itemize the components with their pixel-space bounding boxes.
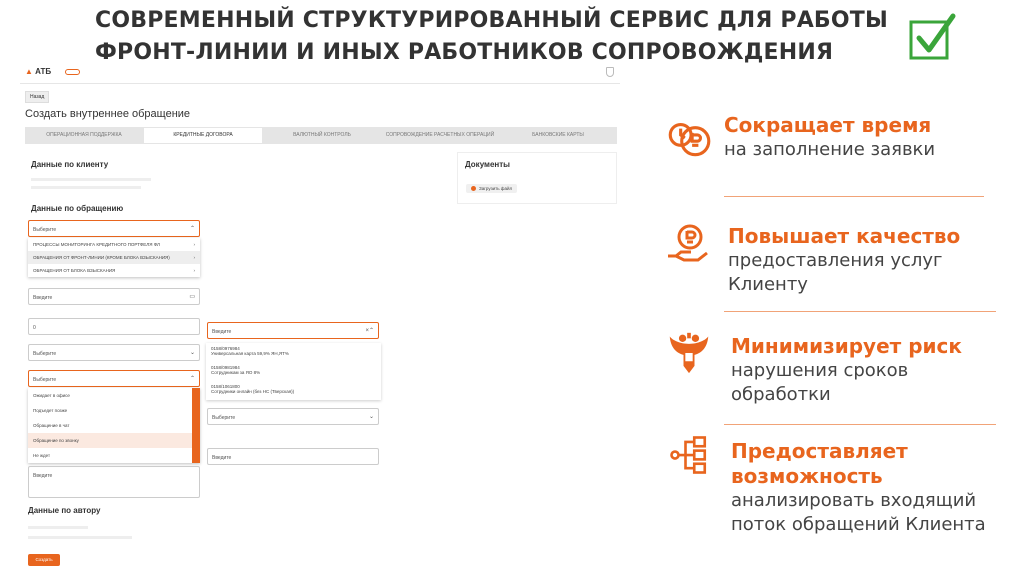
benefit-subtitle: анализировать входящий [731,490,977,511]
slide-title-line1: СОВРЕМЕННЫЙ СТРУКТУРИРОВАННЫЙ СЕРВИС ДЛЯ… [95,8,888,33]
author-info-line [28,536,132,539]
status-option[interactable]: Подъедет позже [28,403,200,418]
benefit-subtitle: Клиенту [728,274,808,295]
client-status-dropdown: Ожидает в офисе Подъедет позже Обращение… [28,388,200,463]
benefit-title: Повышает качество [728,224,961,248]
contract-select[interactable]: Введите ×⌃ [207,322,379,339]
upload-icon [471,186,476,192]
slide: СОВРЕМЕННЫЙ СТРУКТУРИРОВАННЫЙ СЕРВИС ДЛЯ… [0,0,1024,576]
chevron-down-icon: ⌄ [189,350,195,356]
upload-file-button[interactable]: Загрузить файл [466,184,518,194]
documents-header: Документы [465,160,510,169]
benefit-title-line2: возможность [731,464,883,488]
client-header: Данные по клиенту [31,160,109,169]
amount-field[interactable]: 0 [28,318,200,335]
tab-cards[interactable]: БАНКОВСКИЕ КАРТЫ [499,127,617,144]
status-option[interactable]: Обращение в чат [28,418,200,433]
request-header: Данные по обращению [31,204,124,213]
hand-ruble-icon [668,224,708,262]
benefit-subtitle: предоставления услуг [728,250,943,271]
contract-option[interactable]: 0158/0981984 Сотрудникам за ЯО 8% [206,362,381,381]
author-header: Данные по автору [28,506,101,515]
benefit-4: Предоставляет возможность анализировать … [731,439,986,537]
date-field[interactable]: Введите ▭ [28,288,200,305]
benefit-2: Повышает качество предоставления услуг К… [728,224,960,297]
shield-icon[interactable] [606,67,614,77]
back-button[interactable]: Назад [25,91,50,103]
request-option[interactable]: ОБРАЩЕНИЯ ОТ ФРОНТ-ЛИНИИ (КРОМЕ БЛОКА ВЗ… [28,251,200,264]
benefit-subtitle: на заполнение заявки [724,139,936,160]
checkmark-icon [909,13,956,60]
request-option[interactable]: ПРОЦЕССЫ МОНИТОРИНГА КРЕДИТНОГО ПОРТФЕЛЯ… [28,238,200,251]
contract-dropdown: 0158/0976984 Универсальная карта 59,9% ЯН… [206,343,381,400]
tab-credit[interactable]: КРЕДИТНЫЕ ДОГОВОРА [144,128,262,143]
status-option[interactable]: Не ждет [28,448,200,463]
tab-settlements[interactable]: СОПРОВОЖДЕНИЕ РАСЧЕТНЫХ ОПЕРАЦИЙ [381,127,499,144]
phone-field[interactable]: Введите [207,448,379,465]
client-info [31,178,151,181]
benefit-3: Минимизирует риск нарушения сроков обраб… [731,334,962,407]
app-logo: ▲ АТБ [25,67,81,76]
divider [724,311,996,312]
status-option[interactable]: Обращение по звонку [28,433,200,448]
divider [724,196,984,197]
tab-currency[interactable]: ВАЛЮТНЫЙ КОНТРОЛЬ [263,127,381,144]
divider [724,424,996,425]
contract-option[interactable]: 0158/1061800 Сотрудники онлайн (без НС (Т… [206,381,381,400]
page-title: Создать внутреннее обращение [25,108,191,120]
benefit-1: Сокращает время на заполнение заявки [724,113,935,162]
benefit-subtitle: нарушения сроков [731,360,909,381]
calendar-icon[interactable]: ▭ [189,293,195,300]
category-select[interactable]: Выберите ⌄ [28,344,200,361]
benefit-subtitle: поток обращений Клиента [731,514,986,535]
create-button[interactable]: Создать [28,554,60,566]
request-subtype-select[interactable]: Выберите ⌄ [207,408,379,425]
request-option[interactable]: ОБРАЩЕНИЯ ОТ БЛОКА ВЗЫСКАНИЯ › [28,264,200,277]
app-topbar: ▲ АТБ [20,60,620,84]
timer-ruble-icon [668,122,711,157]
tab-operational[interactable]: ОПЕРАЦИОННАЯ ПОДДЕРЖКА [25,127,143,144]
eagle-emblem-icon [669,332,709,374]
benefit-subtitle: обработки [731,384,831,405]
status-option[interactable]: Ожидает в офисе [28,388,200,403]
client-status-select[interactable]: Выберите ⌃ [28,370,200,387]
app-screenshot: ▲ АТБ Назад Создать внутреннее обращение… [20,60,620,576]
client-info-line [31,186,141,189]
contract-option[interactable]: 0158/0976984 Универсальная карта 59,9% ЯН… [206,343,381,362]
benefit-title: Минимизирует риск [731,334,962,358]
request-type-select[interactable]: Выберите ⌃ [28,220,200,237]
benefit-title: Предоставляет [731,439,908,463]
comment-field[interactable]: Введите [28,466,200,498]
tab-bar: ОПЕРАЦИОННАЯ ПОДДЕРЖКА КРЕДИТНЫЕ ДОГОВОР… [25,127,617,144]
benefit-title: Сокращает время [724,113,932,137]
flow-network-icon [670,436,707,474]
request-type-dropdown: ПРОЦЕССЫ МОНИТОРИНГА КРЕДИТНОГО ПОРТФЕЛЯ… [28,238,200,277]
scrollbar[interactable] [192,388,200,463]
author-info [28,526,88,529]
